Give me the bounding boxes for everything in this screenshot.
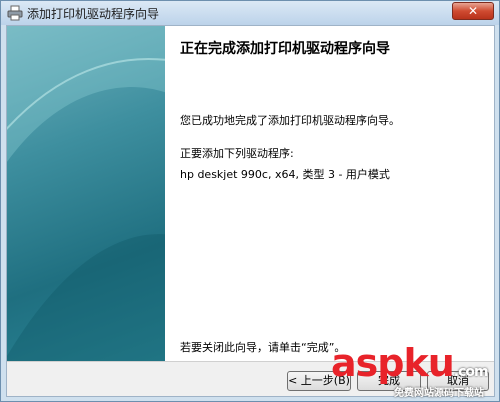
- success-message: 您已成功地完成了添加打印机驱动程序向导。: [180, 114, 400, 127]
- watermark-brand: aspku: [331, 341, 455, 385]
- driver-entry: hp deskjet 990c, x64, 类型 3 - 用户模式: [180, 168, 390, 181]
- driver-list-label: 正要添加下列驱动程序:: [180, 147, 294, 160]
- wizard-window: 添加打印机驱动程序向导 ✕ 正在完成添加打印机驱动程序向导 您已成功地完成了添加…: [0, 0, 500, 402]
- panel-decoration: [7, 26, 165, 361]
- close-hint: 若要关闭此向导，请单击“完成”。: [180, 341, 346, 354]
- wizard-heading: 正在完成添加打印机驱动程序向导: [180, 41, 390, 57]
- watermark-brand-suffix: .com: [453, 364, 489, 380]
- close-button[interactable]: ✕: [452, 2, 494, 20]
- watermark-tagline: 免费网站源码下载站: [394, 388, 484, 399]
- wizard-side-panel: [7, 26, 165, 361]
- title-bar[interactable]: 添加打印机驱动程序向导 ✕: [1, 1, 499, 25]
- window-title: 添加打印机驱动程序向导: [27, 7, 160, 21]
- printer-icon: [7, 5, 23, 21]
